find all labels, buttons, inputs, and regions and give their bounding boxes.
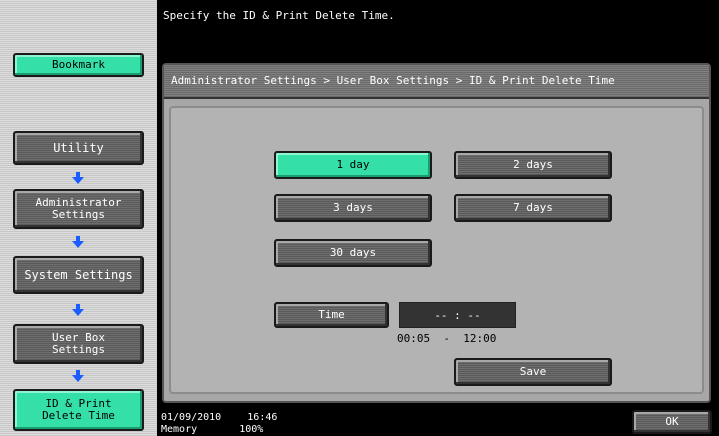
nav-id-print-delete-time[interactable]: ID & Print Delete Time [13,389,144,431]
option-1-day-label: 1 day [336,158,370,172]
option-7-days[interactable]: 7 days [454,194,612,222]
date-time: 01/09/2010 16:46 [161,413,277,423]
status-time: 16:46 [247,412,278,423]
memory-status: Memory 100% [161,425,263,435]
nav-administrator-settings-label: Administrator Settings [35,196,122,221]
option-area: 1 day 2 days 3 days 7 days 30 days Time … [169,106,704,394]
option-7-days-label: 7 days [513,201,553,215]
memory-label: Memory [161,424,198,435]
arrow-down-icon [72,172,84,184]
memory-value: 100% [239,424,264,435]
main-panel: Administrator Settings > User Box Settin… [157,56,719,407]
arrow-down-icon [72,370,84,382]
left-panel: Bookmark Utility Administrator Settings … [0,0,157,436]
save-label: Save [519,365,547,379]
option-30-days-label: 30 days [329,246,377,260]
time-button-label: Time [318,308,345,322]
save-button[interactable]: Save [454,358,612,386]
time-value: -- : -- [434,308,481,322]
nav-utility[interactable]: Utility [13,131,144,165]
nav-utility-label: Utility [53,140,104,155]
nav-user-box-settings-label: User Box Settings [52,331,105,356]
option-3-days-label: 3 days [333,201,373,215]
option-2-days-label: 2 days [513,158,553,172]
status-date: 01/09/2010 [161,412,222,423]
bookmark-button[interactable]: Bookmark [13,53,144,77]
breadcrumb: Administrator Settings > User Box Settin… [164,65,709,99]
option-3-days[interactable]: 3 days [274,194,432,222]
nav-system-settings-label: System Settings [24,267,133,282]
nav-administrator-settings[interactable]: Administrator Settings [13,189,144,229]
settings-window: Administrator Settings > User Box Settin… [162,63,711,403]
status-bar: 01/09/2010 16:46 Memory 100% OK [157,407,719,436]
nav-system-settings[interactable]: System Settings [13,256,144,294]
time-button[interactable]: Time [274,302,389,328]
nav-user-box-settings[interactable]: User Box Settings [13,324,144,364]
option-2-days[interactable]: 2 days [454,151,612,179]
time-value-display: -- : -- [399,302,516,328]
bookmark-label: Bookmark [52,58,105,72]
message-bar: Specify the ID & Print Delete Time. [157,0,719,56]
option-1-day[interactable]: 1 day [274,151,432,179]
ok-label: OK [665,415,679,429]
arrow-down-icon [72,236,84,248]
message-text: Specify the ID & Print Delete Time. [163,9,395,22]
nav-id-print-delete-time-label: ID & Print Delete Time [42,397,115,422]
arrow-down-icon [72,304,84,316]
option-30-days[interactable]: 30 days [274,239,432,267]
ok-button[interactable]: OK [632,410,712,434]
time-range: 00:05 - 12:00 [397,332,497,345]
